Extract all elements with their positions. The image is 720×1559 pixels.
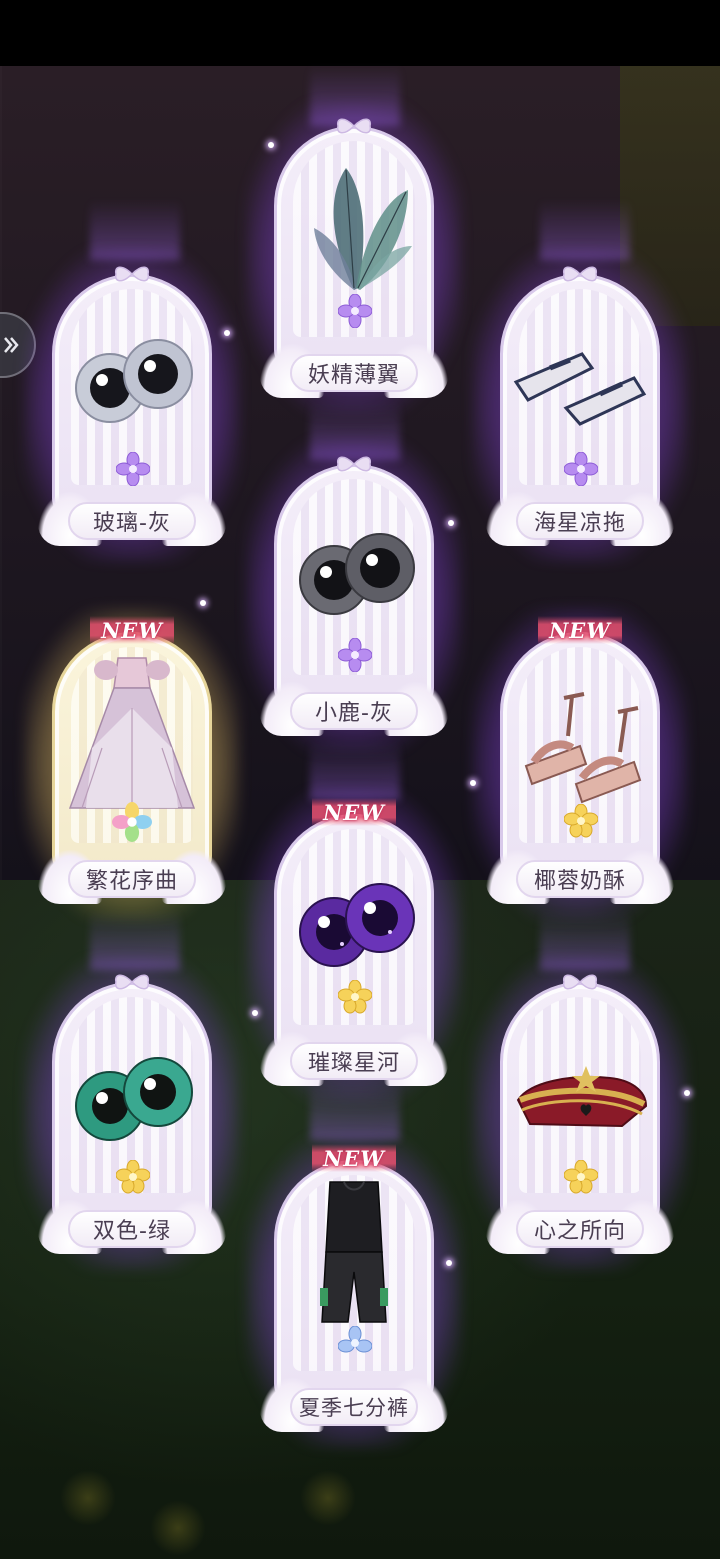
gold-flower-icon (564, 804, 598, 838)
gold-flower-icon (116, 1160, 150, 1194)
sparkle (200, 600, 206, 606)
sparkle (470, 780, 476, 786)
item-dress-image (68, 657, 196, 809)
background-flower (300, 1470, 356, 1526)
ribbon-bow-icon (336, 456, 372, 472)
ribbon-bow-icon (114, 974, 150, 990)
purple-flower-icon (116, 452, 150, 486)
item-name-label: 夏季七分裤 (290, 1388, 418, 1426)
ribbon-bow-icon (336, 118, 372, 134)
item-name-label: 妖精薄翼 (290, 354, 418, 392)
reward-card-heart-direction[interactable]: 心之所向 (472, 958, 688, 1270)
double-chevron-right-icon (4, 337, 19, 353)
reward-card-coconut-pastry[interactable]: NEW 椰蓉奶酥 (472, 608, 688, 920)
ribbon-bow-icon (114, 266, 150, 282)
item-eyes-gray-image (75, 339, 193, 423)
sparkle (684, 1090, 690, 1096)
reward-screen: 妖精薄翼 玻璃-灰 海星凉拖 小鹿-灰 NEW 繁花序曲 NEW 椰蓉奶酥 NE… (0, 0, 720, 1559)
ribbon-bow-icon (562, 266, 598, 282)
reward-card-fairy-wings[interactable]: 妖精薄翼 (246, 102, 462, 414)
item-name-label: 心之所向 (516, 1210, 644, 1248)
item-outfit-image (320, 1181, 388, 1323)
status-bar (0, 0, 720, 66)
gold-flower-icon (338, 980, 372, 1014)
background-flower (60, 1470, 116, 1526)
reward-card-bright-galaxy[interactable]: NEW 璀璨星河 (246, 790, 462, 1102)
sparkle (446, 1260, 452, 1266)
reward-card-summer-capris[interactable]: NEW 夏季七分裤 (246, 1136, 462, 1448)
background-flower (150, 1500, 206, 1556)
new-badge: NEW (312, 1144, 396, 1172)
item-eyes-galaxy-image (299, 883, 415, 967)
item-sandals-image (524, 692, 642, 804)
reward-card-glass-gray[interactable]: 玻璃-灰 (24, 250, 240, 562)
ribbon-bow-icon (562, 974, 598, 990)
item-name-label: 繁花序曲 (68, 860, 196, 898)
purple-flower-icon (564, 452, 598, 486)
reward-card-flower-prelude[interactable]: NEW 繁花序曲 (24, 608, 240, 920)
new-badge: NEW (538, 616, 622, 644)
new-badge: NEW (312, 798, 396, 826)
sparkle (224, 330, 230, 336)
item-wings-image (314, 168, 412, 290)
sparkle (448, 520, 454, 526)
gold-flower-icon (564, 1160, 598, 1194)
purple-flower-icon (338, 638, 372, 672)
item-name-label: 璀璨星河 (290, 1042, 418, 1080)
item-name-label: 小鹿-灰 (290, 692, 418, 730)
item-name-label: 玻璃-灰 (68, 502, 196, 540)
purple-flower-icon (338, 294, 372, 328)
reward-card-fawn-gray[interactable]: 小鹿-灰 (246, 440, 462, 752)
item-name-label: 海星凉拖 (516, 502, 644, 540)
item-slippers-image (513, 352, 647, 426)
reward-card-starfish-slippers[interactable]: 海星凉拖 (472, 250, 688, 562)
item-name-label: 椰蓉奶酥 (516, 860, 644, 898)
sparkle (268, 142, 274, 148)
rainbow-flower-icon (112, 802, 152, 842)
sparkle (252, 1010, 258, 1016)
new-badge: NEW (90, 616, 174, 644)
item-name-label: 双色-绿 (68, 1210, 196, 1248)
item-hat-image (516, 1066, 648, 1128)
item-eyes-green-image (75, 1057, 193, 1141)
blue-flower-icon (338, 1326, 372, 1353)
item-eyes-dark-image (299, 533, 415, 615)
reward-card-two-tone-green[interactable]: 双色-绿 (24, 958, 240, 1270)
